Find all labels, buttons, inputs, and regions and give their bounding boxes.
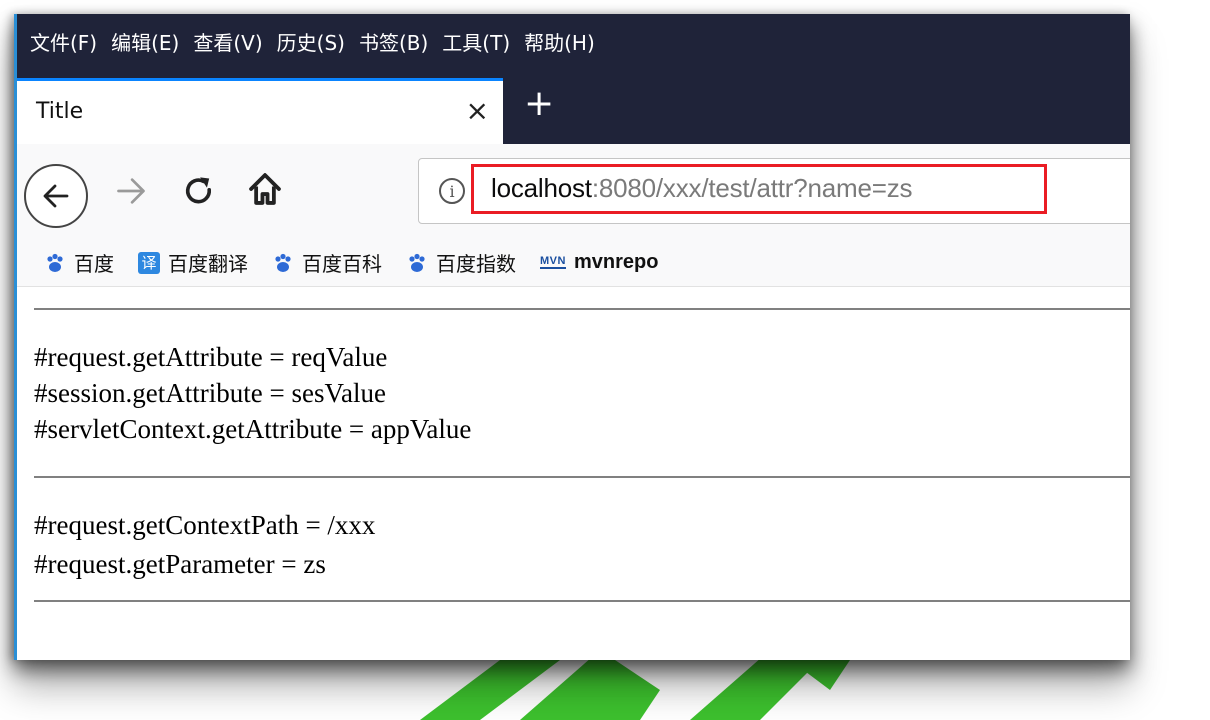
divider (34, 308, 1130, 310)
reload-icon (185, 177, 212, 204)
url-bar[interactable]: i localhost:8080/xxx/test/attr?name=zs (418, 158, 1130, 224)
mvn-icon-text: MVN (540, 255, 566, 269)
menu-file[interactable]: 文件(F) (30, 27, 97, 56)
bookmarks-toolbar: 百度 译 百度翻译 百度百科 百度指数 MVN mvnrepo (14, 239, 1130, 287)
home-button[interactable] (246, 170, 284, 212)
url-host: localhost (491, 173, 592, 203)
context-attribute-line: #servletContext.getAttribute = appValue (34, 414, 472, 444)
context-path-line: #request.getContextPath = /xxx (34, 510, 376, 540)
arrow-left-icon (43, 184, 69, 208)
bookmark-label: 百度翻译 (168, 252, 248, 276)
url-text[interactable]: localhost:8080/xxx/test/attr?name=zs (491, 173, 913, 204)
menu-edit[interactable]: 编辑(E) (111, 27, 179, 56)
menu-tools[interactable]: 工具(T) (442, 27, 510, 56)
reload-button[interactable] (182, 174, 216, 212)
bookmark-baidu[interactable]: 百度 (44, 248, 114, 277)
request-attribute-line: #request.getAttribute = reqValue (34, 342, 388, 372)
forward-button[interactable] (114, 174, 148, 212)
bookmark-baidu-baike[interactable]: 百度百科 (272, 248, 382, 277)
arrow-right-icon (117, 178, 145, 204)
baidu-paw-icon (44, 252, 66, 274)
new-tab-button[interactable]: + (524, 86, 554, 122)
tab-close-button[interactable]: × (466, 97, 489, 125)
bookmark-baidu-translate[interactable]: 译 百度翻译 (138, 248, 248, 277)
info-icon[interactable]: i (439, 178, 465, 204)
bookmark-label: 百度 (74, 252, 114, 276)
tab-active[interactable]: Title × (14, 78, 503, 144)
navigation-toolbar: i localhost:8080/xxx/test/attr?name=zs (14, 144, 1130, 239)
menu-bookmarks[interactable]: 书签(B) (359, 27, 428, 56)
session-attribute-line: #session.getAttribute = sesValue (34, 378, 386, 408)
tab-title: Title (36, 99, 84, 124)
bookmark-label: 百度百科 (302, 252, 382, 276)
bookmark-label: mvnrepo (573, 251, 659, 273)
menu-list: 文件(F) 编辑(E) 查看(V) 历史(S) 书签(B) 工具(T) 帮助(H… (14, 14, 1130, 68)
menu-view[interactable]: 查看(V) (193, 27, 262, 56)
divider (34, 600, 1130, 602)
divider (34, 476, 1130, 478)
page-content: #request.getAttribute = reqValue #sessio… (14, 287, 1130, 660)
back-button[interactable] (24, 164, 88, 228)
menu-bar: 文件(F) 编辑(E) 查看(V) 历史(S) 书签(B) 工具(T) 帮助(H… (14, 14, 1130, 76)
parameter-line: #request.getParameter = zs (34, 549, 326, 579)
menu-history[interactable]: 历史(S) (277, 27, 345, 56)
mvn-icon: MVN (540, 256, 566, 269)
translate-icon: 译 (138, 251, 160, 274)
browser-window: 文件(F) 编辑(E) 查看(V) 历史(S) 书签(B) 工具(T) 帮助(H… (14, 14, 1130, 660)
url-path: :8080/xxx/test/attr?name=zs (591, 173, 913, 203)
baidu-paw-icon (406, 252, 428, 274)
home-icon (249, 173, 281, 205)
bookmark-label: 百度指数 (436, 252, 516, 276)
baidu-paw-icon (272, 252, 294, 274)
bookmark-baidu-index[interactable]: 百度指数 (406, 248, 516, 277)
bookmark-mvnrepo[interactable]: MVN mvnrepo (540, 251, 658, 274)
menu-help[interactable]: 帮助(H) (524, 27, 595, 56)
translate-icon-glyph: 译 (138, 251, 160, 274)
tab-strip: Title × + (14, 76, 1130, 144)
